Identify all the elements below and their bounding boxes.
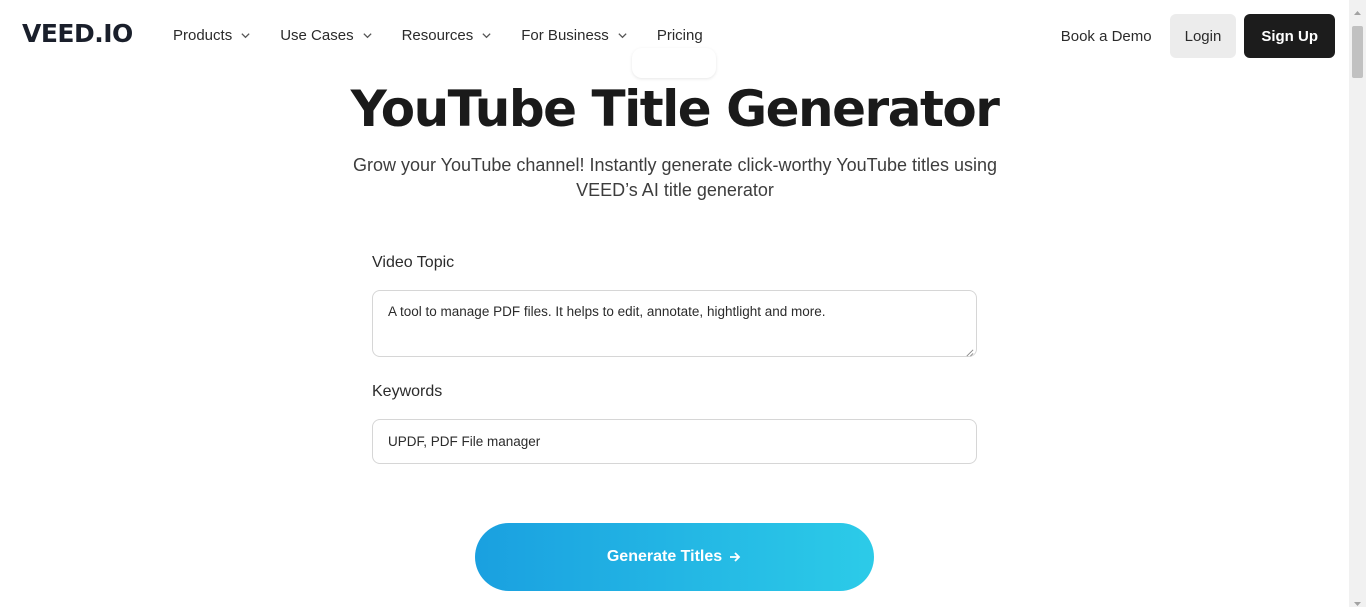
main-menu: Products Use Cases Resources For Busines… bbox=[173, 25, 732, 45]
keywords-value: UPDF, PDF File manager bbox=[388, 434, 541, 449]
page-title: YouTube Title Generator bbox=[350, 80, 1000, 138]
menu-item-label: Products bbox=[173, 26, 233, 44]
subtitle-line-2: VEED’s AI title generator bbox=[576, 180, 774, 200]
resize-handle-icon[interactable] bbox=[965, 345, 974, 357]
video-topic-label: Video Topic bbox=[372, 254, 455, 271]
page-scrollbar[interactable] bbox=[1349, 0, 1366, 607]
generate-titles-button[interactable]: Generate Titles bbox=[475, 523, 874, 591]
scroll-up-icon[interactable] bbox=[1353, 4, 1362, 15]
keywords-input[interactable]: UPDF, PDF File manager bbox=[372, 419, 977, 464]
menu-item-use-cases[interactable]: Use Cases bbox=[280, 25, 372, 45]
veed-logo[interactable]: VEED.IO bbox=[22, 19, 133, 48]
menu-item-label: Resources bbox=[401, 26, 474, 44]
menu-item-label: Pricing bbox=[656, 26, 703, 44]
arrow-right-icon bbox=[728, 550, 742, 564]
menu-item-resources[interactable]: Resources bbox=[402, 25, 493, 45]
page: VEED.IO Products Use Cases Resources For… bbox=[0, 0, 1366, 607]
hero-badge bbox=[632, 48, 716, 78]
login-button[interactable]: Login bbox=[1169, 14, 1237, 58]
book-demo-link[interactable]: Book a Demo bbox=[1061, 28, 1152, 45]
chevron-down-icon bbox=[240, 30, 251, 41]
title-generator-form: Video Topic A tool to manage PDF files. … bbox=[372, 254, 977, 464]
subtitle-line-1: Grow your YouTube channel! Instantly gen… bbox=[352, 155, 998, 175]
menu-item-label: For Business bbox=[521, 26, 609, 44]
menu-item-pricing[interactable]: Pricing bbox=[657, 25, 703, 45]
chevron-down-icon bbox=[617, 30, 628, 41]
chevron-down-icon bbox=[362, 30, 373, 41]
video-topic-textarea[interactable]: A tool to manage PDF files. It helps to … bbox=[372, 290, 977, 357]
menu-item-label: Use Cases bbox=[280, 26, 354, 44]
video-topic-value: A tool to manage PDF files. It helps to … bbox=[388, 304, 826, 319]
sign-up-button[interactable]: Sign Up bbox=[1244, 14, 1335, 58]
scrollbar-thumb[interactable] bbox=[1352, 26, 1363, 78]
generate-titles-label: Generate Titles bbox=[606, 548, 723, 565]
page-subtitle: Grow your YouTube channel! Instantly gen… bbox=[330, 153, 1020, 203]
chevron-down-icon bbox=[481, 30, 492, 41]
keywords-label: Keywords bbox=[372, 383, 443, 400]
menu-item-for-business[interactable]: For Business bbox=[521, 25, 628, 45]
scroll-down-icon[interactable] bbox=[1353, 595, 1362, 606]
nav-actions: Book a Demo Login Sign Up bbox=[1061, 14, 1335, 58]
menu-item-products[interactable]: Products bbox=[173, 25, 251, 45]
